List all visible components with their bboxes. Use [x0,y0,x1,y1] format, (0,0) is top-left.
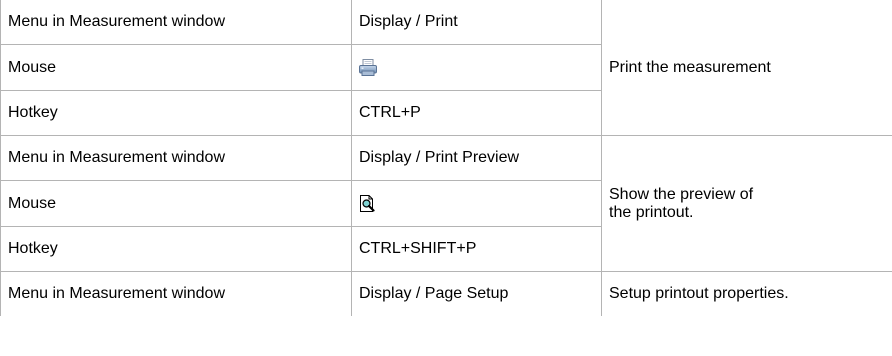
location-cell: Mouse [0,44,352,91]
table-row: Menu in Measurement window Display / Pri… [0,0,892,136]
command-cell: CTRL+SHIFT+P [351,226,602,272]
description-cell: Show the preview of the printout. [601,135,892,272]
command-cell: CTRL+P [351,90,602,136]
location-cell: Hotkey [0,226,352,272]
location-cell: Menu in Measurement window [0,135,352,181]
description-cell: Setup printout properties. [601,271,892,316]
printer-icon[interactable] [359,58,377,76]
location-cell: Hotkey [0,90,352,136]
command-cell: Display / Page Setup [351,271,602,316]
icon-cell [351,44,602,91]
location-cell: Menu in Measurement window [0,271,352,316]
print-preview-icon[interactable] [359,194,375,212]
table-row: Menu in Measurement window Display / Pri… [0,135,892,272]
table-row: Menu in Measurement window Display / Pag… [0,271,892,316]
description-text: Show the preview of the printout. [609,185,754,221]
icon-cell [351,180,602,227]
commands-table: Menu in Measurement window Display / Pri… [0,0,892,316]
command-cell: Display / Print Preview [351,135,602,181]
location-cell: Mouse [0,180,352,227]
description-cell: Print the measurement [601,0,892,136]
command-cell: Display / Print [351,0,602,45]
location-cell: Menu in Measurement window [0,0,352,45]
